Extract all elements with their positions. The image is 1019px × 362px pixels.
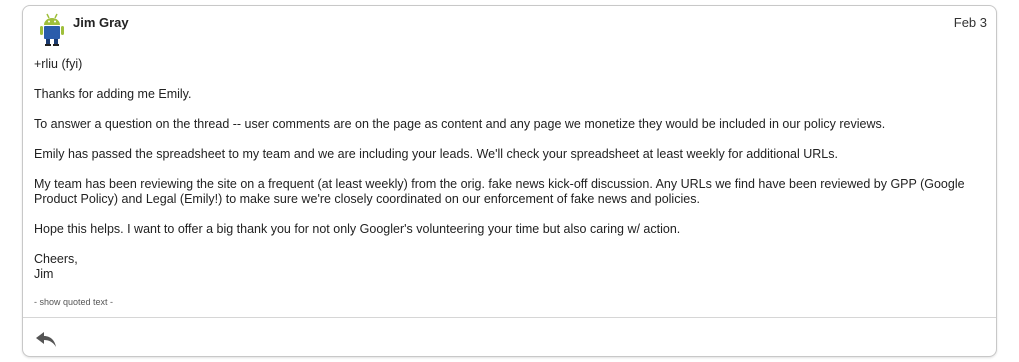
reply-button[interactable] <box>34 326 58 350</box>
body-paragraph: Emily has passed the spreadsheet to my t… <box>34 147 838 161</box>
signature: Jim <box>34 267 54 281</box>
body-paragraph: My team has been reviewing the site on a… <box>34 177 965 206</box>
body-paragraph: Hope this helps. I want to offer a big t… <box>34 222 681 236</box>
android-avatar-icon <box>40 13 64 46</box>
body-paragraph: +rliu (fyi) <box>34 57 83 71</box>
body-paragraph: To answer a question on the thread -- us… <box>34 117 886 131</box>
sender-name: Jim Gray <box>73 15 129 30</box>
avatar <box>39 13 65 47</box>
show-quoted-text-link[interactable]: - show quoted text - <box>34 297 113 307</box>
body-paragraph: Thanks for adding me Emily. <box>34 87 192 101</box>
message-header[interactable]: Jim Gray Feb 3 <box>23 6 996 50</box>
message-date: Feb 3 <box>953 15 987 30</box>
signoff: Cheers, <box>34 252 78 266</box>
message-body: +rliu (fyi) Thanks for adding me Emily. … <box>34 57 974 282</box>
reply-icon <box>36 332 56 347</box>
message-card: Jim Gray Feb 3 +rliu (fyi) Thanks for ad… <box>22 5 997 357</box>
divider <box>23 317 996 318</box>
